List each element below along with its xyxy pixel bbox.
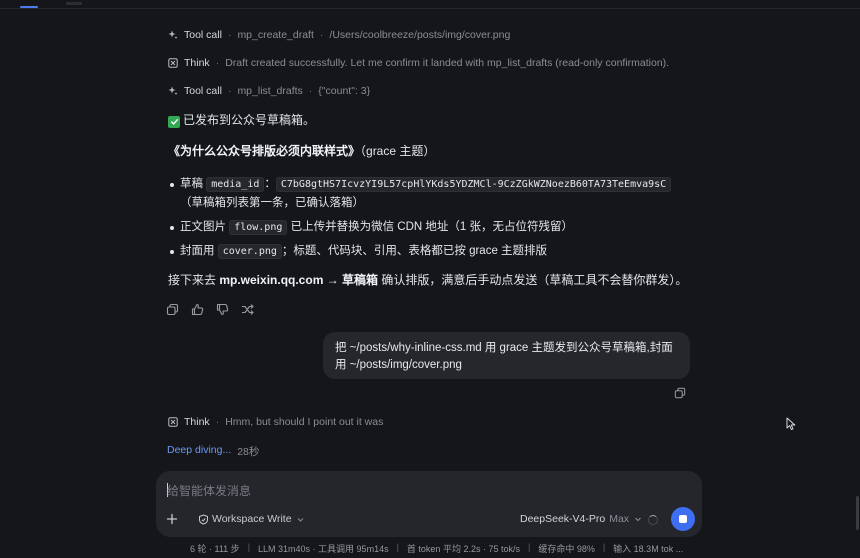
step-kind: Tool call (184, 85, 222, 97)
workspace-mode-selector[interactable]: Workspace Write (198, 513, 306, 525)
copy-icon[interactable] (674, 387, 686, 399)
step-tool-name: mp_list_drafts (237, 85, 303, 97)
thumbs-down-icon[interactable] (216, 303, 229, 316)
copy-icon[interactable] (166, 303, 179, 316)
step-detail: {"count": 3} (318, 85, 371, 97)
check-mark-icon (168, 115, 180, 128)
media-id-value: C7bG8gtHS7IcvzYI9L57cpHlYKds5YDZMCl-9CzZ… (275, 177, 672, 192)
next-step-message: 接下来去 mp.weixin.qq.com → 草稿箱 确认排版，满意后手动点发… (168, 273, 688, 287)
add-attachment-icon[interactable] (165, 512, 179, 526)
published-message: 已发布到公众号草稿箱。 (168, 112, 315, 128)
article-theme: （grace 主题） (360, 144, 436, 158)
article-title-line: 《为什么公众号排版必须内联样式》（grace 主题） (168, 143, 435, 159)
shield-icon (198, 513, 209, 525)
deep-diving-link[interactable]: Deep diving... (167, 444, 231, 459)
deep-diving-status: Deep diving... 28秒 (167, 444, 259, 459)
step-tool-name: mp_create_draft (237, 29, 314, 41)
model-selector[interactable]: DeepSeek-V4-Pro Max (520, 513, 643, 525)
step-kind: Think (184, 416, 210, 428)
message-composer[interactable]: 给智能体发消息 Workspace Write DeepSeek-V4-Pro … (156, 471, 702, 537)
step-text: Hmm, but should I point out it was (225, 416, 384, 428)
step-kind: Tool call (184, 29, 222, 41)
stop-icon (679, 515, 687, 523)
mouse-pointer-icon (786, 417, 796, 431)
step-text: Draft created successfully. Let me confi… (225, 57, 670, 69)
list-item: 正文图片 flow.png 已上传并替换为微信 CDN 地址（1 张，无占位符残… (168, 218, 693, 237)
step-kind: Think (184, 57, 210, 69)
scrollbar[interactable] (856, 496, 859, 530)
elapsed-time: 28秒 (237, 446, 260, 458)
workspace-mode-label: Workspace Write (212, 513, 292, 525)
message-input[interactable]: 给智能体发消息 (167, 482, 251, 499)
list-item: 封面用 cover.png ；标题、代码块、引用、表格都已按 grace 主题排版 (168, 242, 693, 261)
shuffle-icon[interactable] (241, 303, 254, 316)
active-tab-indicator[interactable] (20, 6, 38, 8)
result-list: 草稿 media_id： C7bG8gtHS7IcvzYI9L57cpHlYKds… (168, 175, 693, 266)
model-tier: Max (609, 513, 630, 525)
model-name: DeepSeek-V4-Pro (520, 513, 606, 525)
tool-call-step[interactable]: Tool call · mp_create_draft · /Users/coo… (168, 27, 510, 43)
article-title: 《为什么公众号排版必须内联样式》 (168, 144, 361, 158)
sparkle-icon (168, 86, 178, 96)
think-icon (168, 58, 178, 68)
step-detail: /Users/coolbreeze/posts/img/cover.png (329, 29, 511, 41)
chevron-down-icon (295, 514, 306, 525)
chevron-down-icon (633, 514, 643, 524)
user-message-bubble: 把 ~/posts/why-inline-css.md 用 grace 主题发到… (323, 332, 690, 379)
tool-call-step[interactable]: Tool call · mp_list_drafts · {"count": 3… (168, 83, 370, 99)
weixin-link[interactable]: mp.weixin.qq.com → 草稿箱 (219, 273, 378, 287)
stop-generation-button[interactable] (671, 507, 695, 531)
top-tab-bar (0, 0, 860, 9)
think-step[interactable]: Think · Draft created successfully. Let … (168, 55, 669, 71)
loading-spinner-icon (648, 515, 658, 525)
think-step-current[interactable]: Think · Hmm, but should I point out it w… (168, 414, 383, 430)
status-bar: 6 轮 · 111 步 | LLM 31m40s · 工具调用 95m14s | 首… (190, 542, 684, 554)
think-icon (168, 417, 178, 427)
thumbs-up-icon[interactable] (191, 303, 204, 316)
sparkle-icon (168, 30, 178, 40)
list-item: 草稿 media_id： C7bG8gtHS7IcvzYI9L57cpHlYKds… (168, 175, 693, 213)
tab-inactive[interactable] (66, 2, 82, 5)
message-actions (166, 303, 254, 316)
